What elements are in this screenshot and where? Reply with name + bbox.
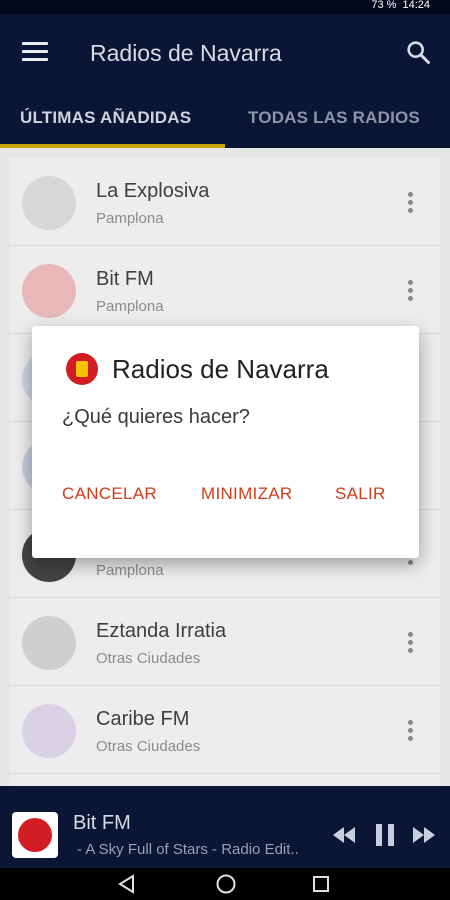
next-icon[interactable]: [411, 824, 437, 846]
player-station-logo: [12, 812, 58, 858]
home-icon[interactable]: [215, 873, 237, 895]
dialog-message: ¿Qué quieres hacer?: [62, 406, 250, 428]
cancel-button[interactable]: CANCELAR: [62, 484, 157, 504]
back-icon[interactable]: [117, 874, 137, 894]
exit-dialog: Radios de Navarra ¿Qué quieres hacer? CA…: [32, 326, 419, 558]
dialog-title: Radios de Navarra: [112, 354, 329, 384]
pause-icon[interactable]: [372, 824, 398, 846]
player-subtitle: - A Sky Full of Stars - Radio Edit..: [77, 841, 299, 858]
minimize-button[interactable]: MINIMIZAR: [201, 484, 292, 504]
system-nav-bar: [0, 868, 450, 900]
player-title: Bit FM: [73, 812, 131, 834]
app-screen: 73 % 14:24 Radios de Navarra ÚLTIMAS AÑA…: [0, 0, 450, 900]
recent-apps-icon[interactable]: [311, 874, 331, 894]
app-logo-icon: [66, 353, 98, 385]
previous-icon[interactable]: [331, 824, 357, 846]
exit-button[interactable]: SALIR: [335, 484, 386, 504]
player-bar[interactable]: Bit FM - A Sky Full of Stars - Radio Edi…: [0, 786, 450, 868]
